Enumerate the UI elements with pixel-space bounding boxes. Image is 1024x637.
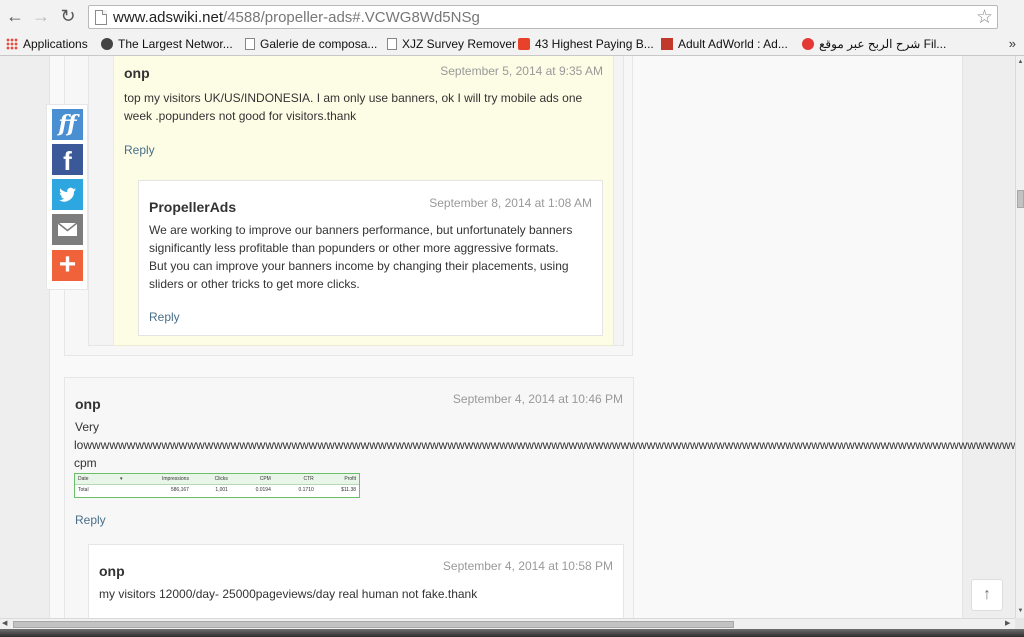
horizontal-scroll-thumb[interactable] bbox=[13, 621, 734, 628]
page-viewport: onp September 5, 2014 at 9:35 AM top my … bbox=[0, 56, 1015, 618]
email-icon[interactable] bbox=[52, 214, 83, 245]
browser-toolbar: ← → ↻ www.adswiki.net/4588/propeller-ads… bbox=[0, 0, 1024, 33]
bookmark-arabic[interactable]: شرح الربح عبر موقع Fil... bbox=[802, 36, 946, 53]
scroll-left-arrow-icon[interactable]: ◀ bbox=[2, 619, 7, 629]
adworld-icon bbox=[661, 38, 673, 50]
reply-link[interactable]: Reply bbox=[149, 310, 180, 324]
comment-author[interactable]: onp bbox=[75, 396, 101, 412]
forward-arrow-icon[interactable]: → bbox=[31, 6, 51, 26]
twitter-icon[interactable] bbox=[52, 179, 83, 210]
vertical-scrollbar[interactable]: ▲ ▼ bbox=[1015, 56, 1024, 618]
bookmarks-overflow-chevron-icon[interactable]: » bbox=[1009, 36, 1016, 51]
reply-link[interactable]: Reply bbox=[75, 513, 106, 527]
address-bar[interactable]: www.adswiki.net/4588/propeller-ads#.VCWG… bbox=[88, 5, 998, 29]
bookmark-star-icon[interactable]: ☆ bbox=[976, 6, 993, 29]
comment-date[interactable]: September 4, 2014 at 10:58 PM bbox=[443, 559, 613, 573]
bookmark-xjz-survey[interactable]: XJZ Survey Remover bbox=[387, 36, 516, 53]
comment-author[interactable]: onp bbox=[99, 563, 125, 579]
comment-author[interactable]: PropellerAds bbox=[149, 199, 236, 215]
comment-text: But you can improve your banners income … bbox=[149, 259, 569, 291]
red-circle-icon bbox=[802, 38, 814, 50]
comment-date[interactable]: September 5, 2014 at 9:35 AM bbox=[440, 64, 603, 78]
site-icon bbox=[101, 38, 113, 50]
facebook-icon[interactable]: f bbox=[52, 144, 83, 176]
comment-propellerads: PropellerAds September 8, 2014 at 1:08 A… bbox=[138, 180, 603, 336]
comment-date[interactable]: September 4, 2014 at 10:46 PM bbox=[453, 392, 623, 406]
comment-text: my visitors 12000/day- 25000pageviews/da… bbox=[99, 587, 478, 601]
bookmark-highest-paying[interactable]: 43 Highest Paying B... bbox=[518, 36, 654, 53]
back-arrow-icon[interactable]: ← bbox=[5, 6, 25, 26]
bookmark-adult-adworld[interactable]: Adult AdWorld : Ad... bbox=[661, 36, 788, 53]
page-icon bbox=[95, 10, 107, 25]
comment-text: cpm bbox=[74, 456, 97, 470]
comment-text: Very bbox=[75, 420, 100, 434]
scroll-up-arrow-icon[interactable]: ▲ bbox=[1016, 58, 1024, 67]
stats-screenshot-image: Date ▾ Impressions Clicks CPM CTR Profit Total… bbox=[74, 473, 360, 498]
scrollbar-corner bbox=[1015, 618, 1024, 629]
more-share-plus-icon[interactable]: + bbox=[52, 250, 83, 281]
comment-author[interactable]: onp bbox=[124, 65, 150, 81]
page-icon bbox=[245, 38, 255, 50]
ff-share-icon[interactable]: ff bbox=[52, 109, 83, 140]
apps-grid-icon bbox=[6, 38, 18, 50]
comment-text: top my visitors UK/US/INDONESIA. I am on… bbox=[124, 91, 583, 123]
reload-icon[interactable]: ↻ bbox=[58, 6, 78, 26]
blogger-icon bbox=[518, 38, 530, 50]
scroll-right-arrow-icon[interactable]: ▶ bbox=[1005, 619, 1010, 629]
bookmark-largest-network[interactable]: The Largest Networ... bbox=[101, 36, 233, 53]
horizontal-scrollbar[interactable]: ◀ ▶ bbox=[0, 618, 1015, 629]
vertical-scroll-thumb[interactable] bbox=[1017, 190, 1024, 208]
scroll-down-arrow-icon[interactable]: ▼ bbox=[1016, 607, 1024, 616]
social-share-bar: ff f + bbox=[46, 104, 88, 290]
os-taskbar bbox=[0, 629, 1024, 637]
reply-link[interactable]: Reply bbox=[124, 143, 155, 157]
bookmark-applications[interactable]: Applications bbox=[6, 36, 88, 53]
url-text[interactable]: www.adswiki.net/4588/propeller-ads#.VCWG… bbox=[113, 8, 480, 27]
bookmarks-bar: Applications The Largest Networ... Galer… bbox=[0, 33, 1024, 56]
comment-onp-3: onp September 4, 2014 at 10:58 PM my vis… bbox=[88, 544, 624, 618]
page-icon bbox=[387, 38, 397, 50]
comment-text-overflow: lowwwwwwwwwwwwwwwwwwwwwwwwwwwwwwwwwwwwww… bbox=[74, 438, 1015, 452]
comment-date[interactable]: September 8, 2014 at 1:08 AM bbox=[429, 196, 592, 210]
back-to-top-button[interactable]: ↑ bbox=[971, 579, 1003, 611]
comment-text: We are working to improve our banners pe… bbox=[149, 223, 573, 255]
bookmark-galerie[interactable]: Galerie de composa... bbox=[245, 36, 377, 53]
